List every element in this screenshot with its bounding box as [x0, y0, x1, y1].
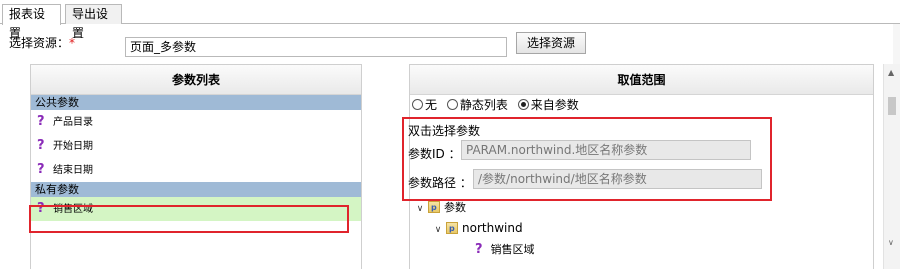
- tree-node-root[interactable]: ∨ 参数: [414, 199, 466, 217]
- required-mark: *: [69, 36, 76, 50]
- scroll-up-icon[interactable]: ▲: [888, 68, 894, 77]
- param-id-label: 参数ID ：: [408, 147, 461, 161]
- radio-static-list[interactable]: 静态列表: [446, 98, 508, 112]
- param-row-start-date[interactable]: ? 开始日期: [31, 134, 361, 158]
- question-mark-icon: ?: [475, 242, 483, 257]
- param-path-field: /参数/northwind/地区名称参数: [473, 169, 762, 189]
- value-range-header: 取值范围: [410, 65, 873, 95]
- param-row-end-date[interactable]: ? 结束日期: [31, 158, 361, 182]
- radio-label: 无: [425, 98, 438, 112]
- pick-param-title: 双击选择参数: [408, 124, 481, 138]
- tree-node-label: 销售区域: [490, 243, 535, 256]
- radio-label: 来自参数: [530, 98, 579, 112]
- param-id-field: PARAM.northwind.地区名称参数: [461, 140, 751, 160]
- param-label: 开始日期: [53, 141, 93, 152]
- question-mark-icon: ?: [37, 138, 45, 153]
- source-label-text: 选择资源：: [9, 36, 70, 50]
- param-list-header: 参数列表: [31, 65, 361, 95]
- public-params-group: 公共参数: [31, 95, 361, 110]
- tree-node-sales-region[interactable]: ? 销售区域: [475, 241, 535, 259]
- radio-checked-icon: [517, 99, 529, 110]
- param-row-product-catalog[interactable]: ? 产品目录: [31, 110, 361, 134]
- tree-node-northwind[interactable]: ∨ northwind: [432, 219, 523, 239]
- tree-node-label: 参数: [444, 201, 466, 214]
- radio-circle-icon: [412, 99, 423, 110]
- param-folder-icon: [428, 199, 440, 217]
- question-mark-icon: ?: [37, 162, 45, 177]
- radio-circle-icon: [446, 99, 458, 110]
- chevron-down-icon[interactable]: ∨: [414, 200, 426, 218]
- param-path-label: 参数路径 ：: [408, 176, 472, 190]
- param-label: 产品目录: [53, 117, 93, 128]
- value-range-scrollbar[interactable]: ▲ ∨: [883, 64, 900, 269]
- param-label: 结束日期: [53, 165, 93, 176]
- param-folder-icon: [446, 220, 458, 238]
- param-list-panel: 参数列表 公共参数 ? 产品目录 ? 开始日期 ? 结束日期 私有参数 ? 销售区域: [30, 64, 362, 269]
- tab-bar: 报表设置 导出设置: [0, 0, 900, 40]
- param-row-sales-region[interactable]: ? 销售区域: [31, 197, 361, 221]
- chevron-down-icon[interactable]: ∨: [432, 221, 444, 239]
- select-source-button[interactable]: 选择资源: [516, 32, 586, 54]
- radio-none[interactable]: 无: [412, 98, 437, 112]
- scroll-down-icon[interactable]: ∨: [888, 238, 894, 247]
- scrollbar-thumb[interactable]: [888, 97, 896, 115]
- tab-export-settings[interactable]: 导出设置: [65, 4, 122, 40]
- private-params-group: 私有参数: [31, 182, 361, 197]
- source-input[interactable]: 页面_多参数: [125, 37, 507, 57]
- value-source-radio-group: 无 静态列表 来自参数: [412, 95, 585, 115]
- tab-report-settings[interactable]: 报表设置: [2, 4, 61, 40]
- radio-from-param[interactable]: 来自参数: [517, 98, 579, 112]
- tree-node-label: northwind: [462, 221, 523, 235]
- question-mark-icon: ?: [37, 201, 45, 216]
- param-label: 销售区域: [53, 204, 93, 215]
- question-mark-icon: ?: [37, 114, 45, 129]
- source-label: 选择资源：*: [9, 34, 75, 51]
- outer-scrollbar[interactable]: [893, 24, 900, 64]
- radio-label: 静态列表: [459, 98, 508, 112]
